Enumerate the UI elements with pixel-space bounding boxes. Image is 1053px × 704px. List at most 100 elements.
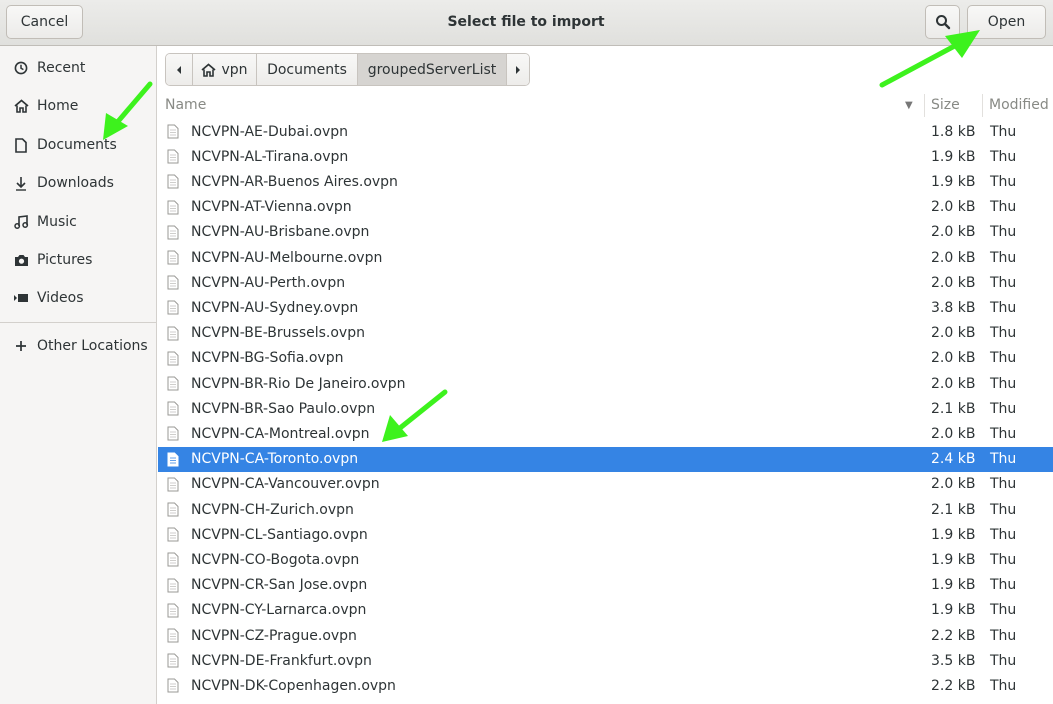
- places-sidebar: Recent Home Documents Downloads Music Pi…: [0, 46, 157, 704]
- file-size: 3.5 kB: [931, 652, 976, 669]
- column-size-header[interactable]: Size: [924, 94, 982, 117]
- file-modified: Thu: [990, 652, 1017, 669]
- text-file-icon: [167, 426, 181, 441]
- column-modified-header[interactable]: Modified: [982, 94, 1053, 117]
- search-button[interactable]: [925, 5, 960, 39]
- file-row[interactable]: NCVPN-AU-Melbourne.ovpn 2.0 kB Thu: [158, 245, 1053, 270]
- file-row[interactable]: NCVPN-CL-Santiago.ovpn 1.9 kB Thu: [158, 522, 1053, 547]
- file-row[interactable]: NCVPN-BE-Brussels.ovpn 2.0 kB Thu: [158, 321, 1053, 346]
- text-file-icon: [167, 124, 181, 139]
- file-modified: Thu: [990, 451, 1017, 468]
- file-name: NCVPN-CA-Vancouver.ovpn: [191, 476, 380, 493]
- file-modified: Thu: [990, 501, 1017, 518]
- file-row[interactable]: NCVPN-AE-Dubai.ovpn 1.8 kB Thu: [158, 119, 1053, 144]
- text-file-icon: [167, 628, 181, 643]
- file-row[interactable]: NCVPN-AT-Vienna.ovpn 2.0 kB Thu: [158, 195, 1053, 220]
- text-file-icon: [167, 351, 181, 366]
- file-row[interactable]: NCVPN-CA-Toronto.ovpn 2.4 kB Thu: [158, 446, 1053, 472]
- sidebar-item-music[interactable]: Music: [0, 203, 156, 241]
- path-segment-documents[interactable]: Documents: [257, 54, 358, 85]
- path-forward-button[interactable]: [507, 54, 529, 85]
- sidebar-item-home[interactable]: Home: [0, 87, 156, 125]
- file-modified: Thu: [990, 325, 1017, 342]
- sidebar-item-documents[interactable]: Documents: [0, 126, 156, 164]
- file-modified: Thu: [990, 627, 1017, 644]
- file-row[interactable]: NCVPN-CA-Montreal.ovpn 2.0 kB Thu: [158, 421, 1053, 446]
- file-row[interactable]: NCVPN-BR-Sao Paulo.ovpn 2.1 kB Thu: [158, 396, 1053, 421]
- document-icon: [12, 137, 30, 153]
- text-file-icon: [167, 174, 181, 189]
- file-name: NCVPN-BG-Sofia.ovpn: [191, 350, 344, 367]
- text-file-icon: [167, 603, 181, 618]
- sidebar-item-label: Other Locations: [37, 338, 148, 354]
- file-row[interactable]: NCVPN-CY-Larnarca.ovpn 1.9 kB Thu: [158, 598, 1053, 623]
- file-modified: Thu: [990, 350, 1017, 367]
- file-row[interactable]: NCVPN-BR-Rio De Janeiro.ovpn 2.0 kB Thu: [158, 371, 1053, 396]
- music-icon: [12, 215, 30, 229]
- cancel-button[interactable]: Cancel: [6, 5, 83, 39]
- path-segment-label: vpn: [221, 61, 248, 78]
- file-row[interactable]: NCVPN-CZ-Prague.ovpn 2.2 kB Thu: [158, 623, 1053, 648]
- sidebar-item-videos[interactable]: Videos: [0, 279, 156, 317]
- text-file-icon: [167, 653, 181, 668]
- file-name: NCVPN-AR-Buenos Aires.ovpn: [191, 173, 398, 190]
- text-file-icon: [167, 225, 181, 240]
- file-row[interactable]: NCVPN-AU-Sydney.ovpn 3.8 kB Thu: [158, 295, 1053, 320]
- file-name: NCVPN-CL-Santiago.ovpn: [191, 526, 368, 543]
- file-row[interactable]: NCVPN-AL-Tirana.ovpn 1.9 kB Thu: [158, 144, 1053, 169]
- file-size: 2.0 kB: [931, 249, 976, 266]
- file-modified: Thu: [990, 602, 1017, 619]
- file-size: 2.0 kB: [931, 325, 976, 342]
- file-size: 2.2 kB: [931, 677, 976, 694]
- file-row[interactable]: NCVPN-DE-Frankfurt.ovpn 3.5 kB Thu: [158, 648, 1053, 673]
- sidebar-item-recent[interactable]: Recent: [0, 49, 156, 87]
- file-size: 2.2 kB: [931, 627, 976, 644]
- file-row[interactable]: NCVPN-CH-Zurich.ovpn 2.1 kB Thu: [158, 497, 1053, 522]
- file-row[interactable]: NCVPN-DK-Copenhagen.ovpn 2.2 kB Thu: [158, 673, 1053, 698]
- file-row[interactable]: NCVPN-BG-Sofia.ovpn 2.0 kB Thu: [158, 346, 1053, 371]
- file-size: 2.1 kB: [931, 400, 976, 417]
- home-icon: [12, 99, 30, 113]
- file-row[interactable]: NCVPN-CO-Bogota.ovpn 1.9 kB Thu: [158, 547, 1053, 572]
- video-icon: [12, 292, 30, 304]
- path-segment-label: groupedServerList: [367, 61, 497, 78]
- file-size: 2.0 kB: [931, 274, 976, 291]
- file-name: NCVPN-CZ-Prague.ovpn: [191, 627, 357, 644]
- file-row[interactable]: NCVPN-AU-Perth.ovpn 2.0 kB Thu: [158, 270, 1053, 295]
- dialog-title: Select file to import: [447, 14, 605, 30]
- chevron-left-icon: [177, 65, 181, 74]
- file-modified: Thu: [990, 199, 1017, 216]
- file-modified: Thu: [990, 400, 1017, 417]
- file-modified: Thu: [990, 173, 1017, 190]
- open-button[interactable]: Open: [967, 5, 1046, 39]
- sidebar-item-other-locations[interactable]: Other Locations: [0, 327, 156, 365]
- path-segment-groupedserverlist[interactable]: groupedServerList: [358, 54, 507, 85]
- file-size: 2.0 kB: [931, 476, 976, 493]
- clock-icon: [12, 61, 30, 75]
- text-file-icon: [167, 678, 181, 693]
- file-row[interactable]: NCVPN-AU-Brisbane.ovpn 2.0 kB Thu: [158, 220, 1053, 245]
- file-name: NCVPN-AT-Vienna.ovpn: [191, 199, 352, 216]
- file-name: NCVPN-AU-Brisbane.ovpn: [191, 224, 370, 241]
- path-segment-vpn[interactable]: vpn: [193, 54, 257, 85]
- file-row[interactable]: NCVPN-CR-San Jose.ovpn 1.9 kB Thu: [158, 573, 1053, 598]
- text-file-icon: [167, 401, 181, 416]
- text-file-icon: [167, 502, 181, 517]
- sidebar-item-label: Home: [37, 98, 79, 114]
- sidebar-item-label: Videos: [37, 290, 84, 306]
- file-modified: Thu: [990, 677, 1017, 694]
- sidebar-item-downloads[interactable]: Downloads: [0, 164, 156, 202]
- file-name: NCVPN-DE-Frankfurt.ovpn: [191, 652, 372, 669]
- file-name: NCVPN-BR-Sao Paulo.ovpn: [191, 400, 376, 417]
- file-modified: Thu: [990, 375, 1017, 392]
- sidebar-separator: [0, 322, 156, 323]
- path-back-button[interactable]: [166, 54, 193, 85]
- header-bar: Cancel Select file to import Open: [0, 0, 1053, 46]
- sidebar-item-pictures[interactable]: Pictures: [0, 241, 156, 279]
- file-name: NCVPN-BR-Rio De Janeiro.ovpn: [191, 375, 406, 392]
- column-name-header[interactable]: Name: [165, 94, 925, 117]
- file-row[interactable]: NCVPN-CA-Vancouver.ovpn 2.0 kB Thu: [158, 472, 1053, 497]
- sidebar-item-label: Pictures: [37, 252, 93, 268]
- file-modified: Thu: [990, 249, 1017, 266]
- file-row[interactable]: NCVPN-AR-Buenos Aires.ovpn 1.9 kB Thu: [158, 169, 1053, 194]
